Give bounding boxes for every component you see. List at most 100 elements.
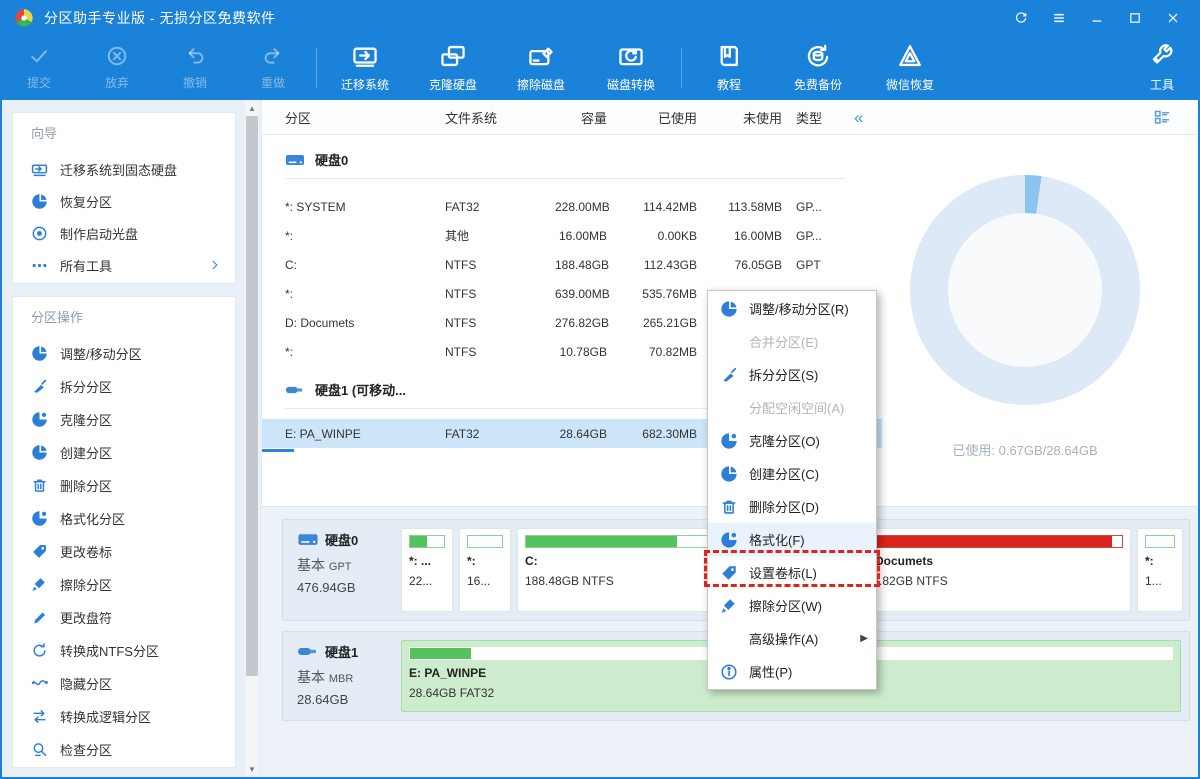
sidebar-item-create[interactable]: 创建分区 xyxy=(13,436,235,469)
menu-item-create[interactable]: 创建分区(C) xyxy=(708,457,876,490)
table-row-c[interactable]: C:NTFS188.48GB112.43GB76.05GBGPT xyxy=(262,250,882,279)
trash-icon xyxy=(31,477,48,494)
migrate-system-button[interactable]: 迁移系统 xyxy=(321,36,409,100)
boot-disc-icon xyxy=(31,225,48,242)
col-filesystem[interactable]: 文件系统 xyxy=(445,108,555,127)
menu-item-set-label[interactable]: 设置卷标(L) xyxy=(708,556,876,589)
menu-item-merge[interactable]: 合并分区(E) xyxy=(708,325,876,358)
sidebar-item-change-letter[interactable]: 更改盘符 xyxy=(13,601,235,634)
undo-button[interactable]: 撤销 xyxy=(156,36,234,100)
pie-icon xyxy=(31,193,48,210)
info-icon xyxy=(720,663,738,681)
sidebar-item-change-type[interactable]: ID更改分区类型 xyxy=(13,766,235,768)
section-title-partition-ops: 分区操作 xyxy=(31,307,83,326)
sidebar-item-format[interactable]: 格式化分区 xyxy=(13,502,235,535)
title-bar: 分区助手专业版 - 无损分区免费软件 xyxy=(0,0,1200,36)
selected-row-marker xyxy=(262,449,294,452)
hide-icon xyxy=(31,675,48,692)
col-type[interactable]: 类型 xyxy=(782,108,842,127)
sidebar-item-migrate-to-ssd[interactable]: 迁移系统到固态硬盘 xyxy=(13,153,235,185)
knife-icon xyxy=(31,378,48,395)
partition-block-d[interactable]: D: Documets 276.82GB NTFS xyxy=(851,528,1131,612)
pie-icon xyxy=(31,411,48,428)
menu-item-resize-move[interactable]: 调整/移动分区(R) xyxy=(708,292,876,325)
pie-icon xyxy=(720,300,738,318)
scrollbar-thumb[interactable] xyxy=(246,116,258,676)
pie-icon xyxy=(31,444,48,461)
partition-block-system[interactable]: *: ... 22... xyxy=(401,528,453,612)
menu-item-format[interactable]: 格式化(F) xyxy=(708,523,876,556)
usage-bar xyxy=(409,535,445,548)
partition-block-msr[interactable]: *: 16... xyxy=(459,528,511,612)
sidebar-item-resize-move[interactable]: 调整/移动分区 xyxy=(13,337,235,370)
menu-item-wipe[interactable]: 擦除分区(W) xyxy=(708,589,876,622)
apply-button[interactable]: 提交 xyxy=(0,36,78,100)
refresh-icon[interactable] xyxy=(1006,5,1036,31)
sidebar-item-delete[interactable]: 删除分区 xyxy=(13,469,235,502)
menu-item-properties[interactable]: 属性(P) xyxy=(708,655,876,688)
disk0-group-header: 硬盘0 xyxy=(285,150,348,169)
pie-icon xyxy=(31,345,48,362)
minimize-icon[interactable] xyxy=(1082,5,1112,31)
chevrons-left-icon[interactable]: « xyxy=(854,109,863,126)
redo-button[interactable]: 重做 xyxy=(234,36,312,100)
col-used[interactable]: 已使用 xyxy=(607,108,697,127)
hdd-icon xyxy=(297,531,319,548)
sidebar-item-recover-partition[interactable]: 恢复分区 xyxy=(13,185,235,217)
disk1-info[interactable]: 硬盘1 基本 MBR 28.64GB xyxy=(283,632,401,720)
convert-disk-button[interactable]: 磁盘转换 xyxy=(585,36,677,100)
menu-item-advanced[interactable]: 高级操作(A)▶ xyxy=(708,622,876,655)
convert-disk-icon xyxy=(618,43,644,72)
hdd-icon xyxy=(285,152,305,168)
divider xyxy=(285,178,845,179)
toolbar-separator xyxy=(681,48,682,88)
col-unused[interactable]: 未使用 xyxy=(697,108,782,127)
pie-icon xyxy=(720,531,738,549)
disk0-info[interactable]: 硬盘0 基本 GPT 476.94GB xyxy=(283,520,401,620)
chevron-right-icon xyxy=(209,259,221,271)
drive-arrow-icon xyxy=(31,161,48,178)
menu-item-split[interactable]: 拆分分区(S) xyxy=(708,358,876,391)
sidebar-item-change-label[interactable]: 更改卷标 xyxy=(13,535,235,568)
sidebar-item-convert-ntfs[interactable]: 转换成NTFS分区 xyxy=(13,634,235,667)
table-row-system[interactable]: *: SYSTEMFAT32228.00MB114.42MB113.58MBGP… xyxy=(262,192,882,221)
menu-item-delete[interactable]: 删除分区(D) xyxy=(708,490,876,523)
tutorial-button[interactable]: 教程 xyxy=(686,36,772,100)
sidebar-item-clone[interactable]: 克隆分区 xyxy=(13,403,235,436)
maximize-icon[interactable] xyxy=(1120,5,1150,31)
free-backup-button[interactable]: 免费备份 xyxy=(772,36,864,100)
close-icon[interactable] xyxy=(1158,5,1188,31)
hamburger-menu-icon[interactable] xyxy=(1044,5,1074,31)
sidebar-scrollbar[interactable]: ▲ ▼ xyxy=(245,100,259,777)
sidebar-item-make-boot-disc[interactable]: 制作启动光盘 xyxy=(13,217,235,249)
table-row-msr[interactable]: *:其他16.00MB0.00KB16.00MBGP... xyxy=(262,221,882,250)
sidebar-item-hide[interactable]: 隐藏分区 xyxy=(13,667,235,700)
scroll-up-icon[interactable]: ▲ xyxy=(245,101,259,115)
disk1-size: 28.64GB xyxy=(297,692,401,707)
clone-disk-button[interactable]: 克隆硬盘 xyxy=(409,36,497,100)
menu-item-clone[interactable]: 克隆分区(O) xyxy=(708,424,876,457)
sidebar-item-convert-logical[interactable]: 转换成逻辑分区 xyxy=(13,700,235,733)
wechat-recovery-button[interactable]: 微信恢复 xyxy=(864,36,956,100)
sidebar-item-all-tools[interactable]: 所有工具 xyxy=(13,249,235,281)
wipe-disk-button[interactable]: 擦除磁盘 xyxy=(497,36,585,100)
partition-block-other[interactable]: *: 1... xyxy=(1137,528,1183,612)
clone-disk-icon xyxy=(440,43,466,72)
discard-button[interactable]: 放弃 xyxy=(78,36,156,100)
sidebar-item-check[interactable]: 检查分区 xyxy=(13,733,235,766)
donut-hole xyxy=(948,213,1102,367)
pie-icon xyxy=(720,465,738,483)
free-backup-icon xyxy=(805,43,831,72)
grid-view-icon[interactable] xyxy=(1154,109,1170,125)
col-partition[interactable]: 分区 xyxy=(285,108,445,127)
tools-button[interactable]: 工具 xyxy=(1124,36,1200,100)
migrate-system-icon xyxy=(352,43,378,72)
sidebar-item-split[interactable]: 拆分分区 xyxy=(13,370,235,403)
menu-item-allocate-free-space[interactable]: 分配空闲空间(A) xyxy=(708,391,876,424)
usage-bar xyxy=(1145,535,1175,548)
pie-icon xyxy=(31,510,48,527)
tools-wrench-icon xyxy=(1149,43,1175,72)
scroll-down-icon[interactable]: ▼ xyxy=(245,762,259,776)
col-capacity[interactable]: 容量 xyxy=(555,108,607,127)
sidebar-item-wipe[interactable]: 擦除分区 xyxy=(13,568,235,601)
